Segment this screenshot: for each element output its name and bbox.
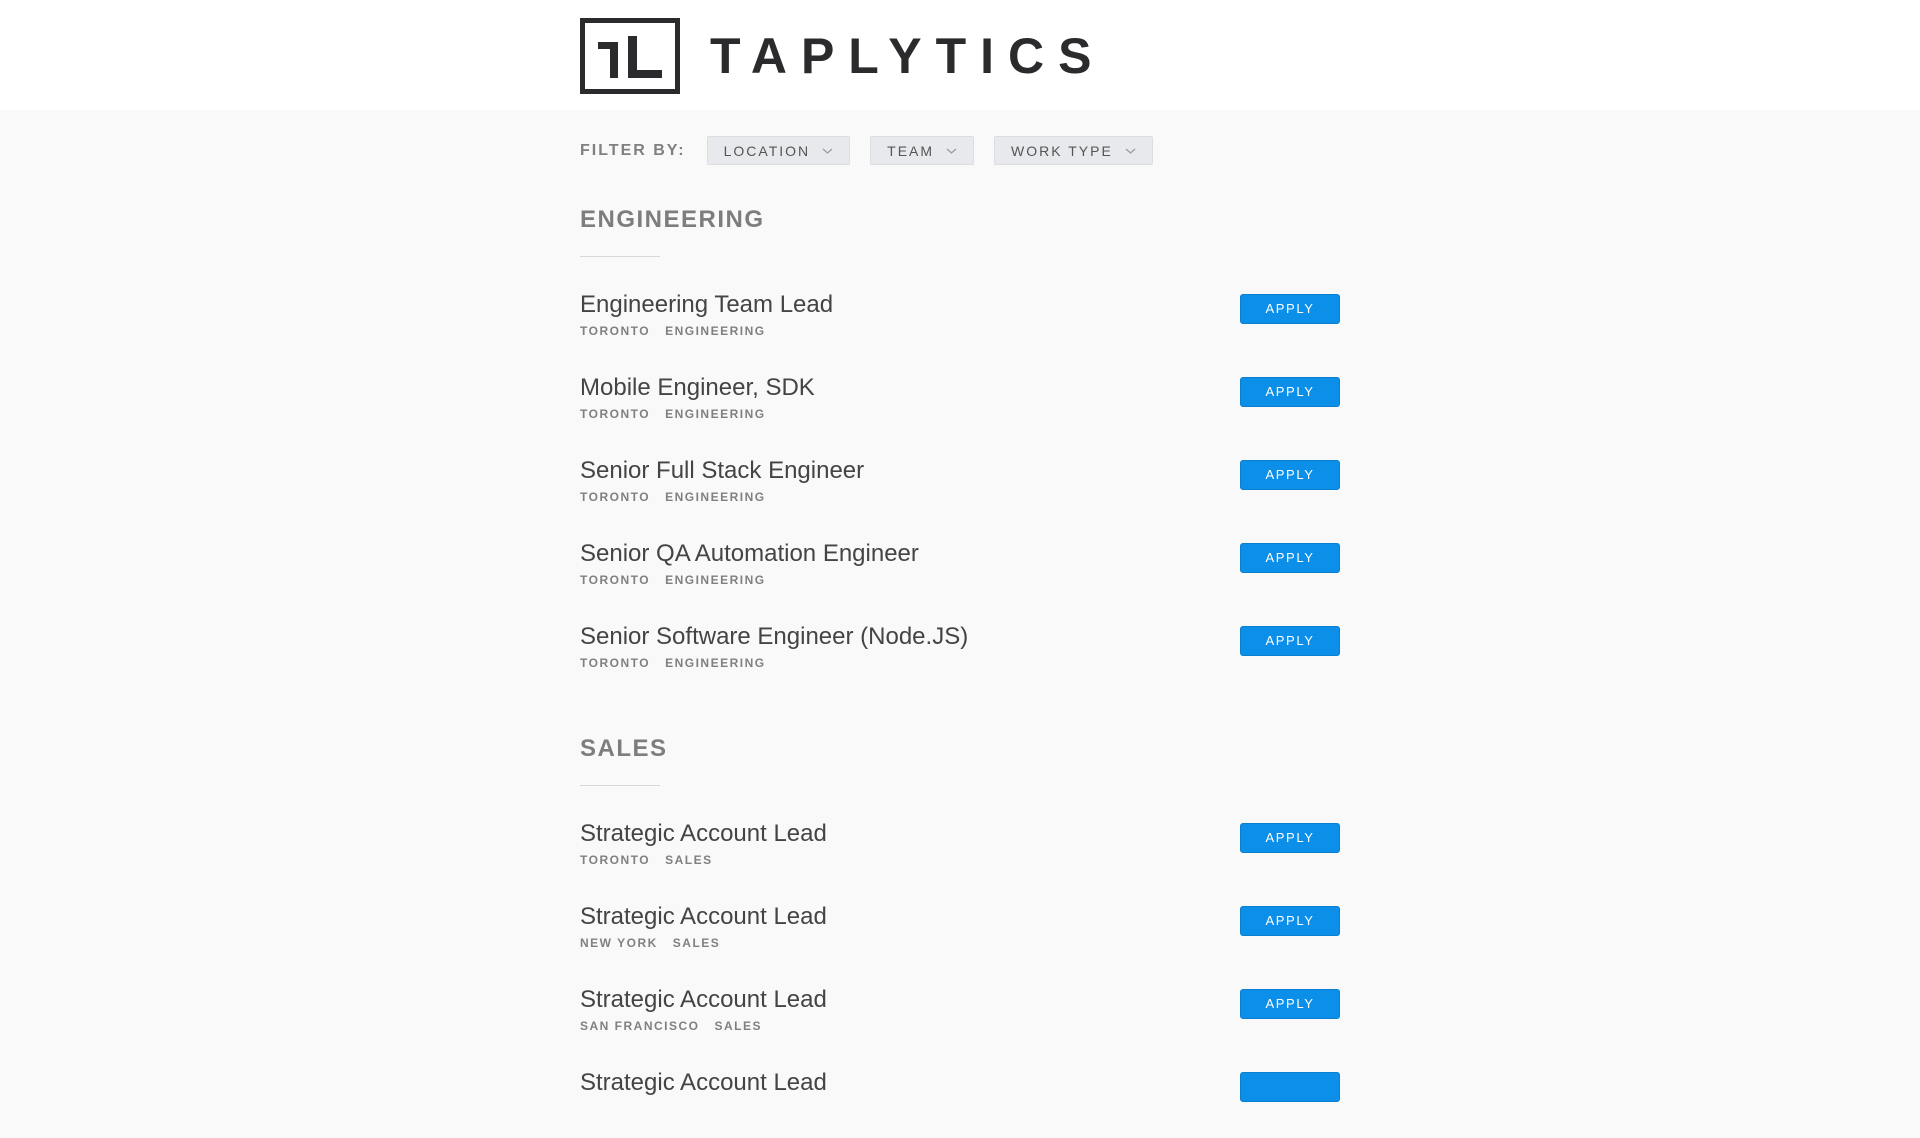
- job-team: ENGINEERING: [665, 324, 766, 338]
- job-posting: Strategic Account Lead SAN FRANCISCO SAL…: [580, 985, 1340, 1055]
- job-posting: Strategic Account Lead NEW YORK SALES AP…: [580, 902, 1340, 972]
- work-type-filter-dropdown[interactable]: WORK TYPE: [994, 136, 1153, 165]
- apply-button[interactable]: APPLY: [1240, 294, 1340, 324]
- job-team: SALES: [714, 1019, 763, 1033]
- job-title-link[interactable]: Senior QA Automation Engineer: [580, 539, 919, 569]
- section-title: SALES: [580, 735, 668, 762]
- chevron-down-icon: [946, 148, 957, 154]
- job-location: TORONTO: [580, 407, 651, 421]
- section-divider: [580, 256, 660, 257]
- job-location: TORONTO: [580, 490, 651, 504]
- job-posting: Senior QA Automation Engineer TORONTO EN…: [580, 539, 1340, 609]
- apply-button[interactable]: APPLY: [1240, 377, 1340, 407]
- apply-button[interactable]: APPLY: [1240, 823, 1340, 853]
- job-title-link[interactable]: Mobile Engineer, SDK: [580, 373, 815, 403]
- chevron-down-icon: [1125, 148, 1136, 154]
- section-divider: [580, 785, 660, 786]
- job-team: ENGINEERING: [665, 656, 766, 670]
- job-meta: TORONTO ENGINEERING: [580, 407, 781, 421]
- job-title-link[interactable]: Strategic Account Lead: [580, 1068, 827, 1098]
- apply-button[interactable]: APPLY: [1240, 906, 1340, 936]
- company-logo[interactable]: TAPLYTICS: [580, 18, 1105, 94]
- logo-wordmark: TAPLYTICS: [710, 28, 1106, 84]
- job-team: SALES: [665, 853, 713, 867]
- job-meta: SAN FRANCISCO SALES: [580, 1019, 777, 1033]
- apply-button[interactable]: APPLY: [1240, 460, 1340, 490]
- job-team: SALES: [672, 936, 721, 950]
- job-meta: TORONTO ENGINEERING: [580, 490, 781, 504]
- job-location: NEW YORK: [580, 936, 658, 950]
- job-location: TORONTO: [580, 573, 651, 587]
- location-filter-label: LOCATION: [723, 142, 811, 159]
- job-team: ENGINEERING: [665, 490, 766, 504]
- section-title: ENGINEERING: [580, 206, 765, 233]
- filter-bar: FILTER BY: LOCATION TEAM WORK TYPE: [580, 136, 1173, 165]
- job-posting: Engineering Team Lead TORONTO ENGINEERIN…: [580, 290, 1340, 360]
- tl-monogram-logo: [580, 18, 680, 94]
- apply-button[interactable]: APPLY: [1240, 543, 1340, 573]
- apply-button[interactable]: [1240, 1072, 1340, 1102]
- job-posting: Strategic Account Lead: [580, 1068, 1340, 1138]
- job-title-link[interactable]: Senior Software Engineer (Node.JS): [580, 622, 968, 652]
- job-location: TORONTO: [580, 853, 651, 867]
- job-posting: Strategic Account Lead TORONTO SALES APP…: [580, 819, 1340, 889]
- job-meta: TORONTO ENGINEERING: [580, 573, 781, 587]
- job-posting: Senior Software Engineer (Node.JS) TORON…: [580, 622, 1340, 692]
- chevron-down-icon: [822, 148, 833, 154]
- job-team: ENGINEERING: [665, 407, 766, 421]
- filter-label: FILTER BY:: [580, 141, 686, 159]
- team-filter-dropdown[interactable]: TEAM: [870, 136, 975, 165]
- job-meta: TORONTO ENGINEERING: [580, 656, 781, 670]
- job-title-link[interactable]: Strategic Account Lead: [580, 902, 827, 932]
- job-location: TORONTO: [580, 656, 651, 670]
- job-title-link[interactable]: Strategic Account Lead: [580, 985, 827, 1015]
- site-header: TAPLYTICS: [0, 0, 1920, 110]
- job-posting: Senior Full Stack Engineer TORONTO ENGIN…: [580, 456, 1340, 526]
- job-title-link[interactable]: Senior Full Stack Engineer: [580, 456, 864, 486]
- job-title-link[interactable]: Strategic Account Lead: [580, 819, 827, 849]
- apply-button[interactable]: APPLY: [1240, 989, 1340, 1019]
- location-filter-dropdown[interactable]: LOCATION: [706, 136, 851, 165]
- job-meta: TORONTO SALES: [580, 853, 728, 867]
- job-posting: Mobile Engineer, SDK TORONTO ENGINEERING…: [580, 373, 1340, 443]
- job-team: ENGINEERING: [665, 573, 766, 587]
- work-type-filter-label: WORK TYPE: [1011, 142, 1113, 159]
- section-sales: SALES Strategic Account Lead TORONTO SAL…: [580, 733, 1340, 1102]
- job-location: SAN FRANCISCO: [580, 1019, 700, 1033]
- apply-button[interactable]: APPLY: [1240, 626, 1340, 656]
- job-meta: NEW YORK SALES: [580, 936, 735, 950]
- job-location: TORONTO: [580, 324, 651, 338]
- section-engineering: ENGINEERING Engineering Team Lead TORONT…: [580, 204, 1340, 670]
- job-meta: TORONTO ENGINEERING: [580, 324, 781, 338]
- job-title-link[interactable]: Engineering Team Lead: [580, 290, 833, 320]
- team-filter-label: TEAM: [887, 142, 935, 159]
